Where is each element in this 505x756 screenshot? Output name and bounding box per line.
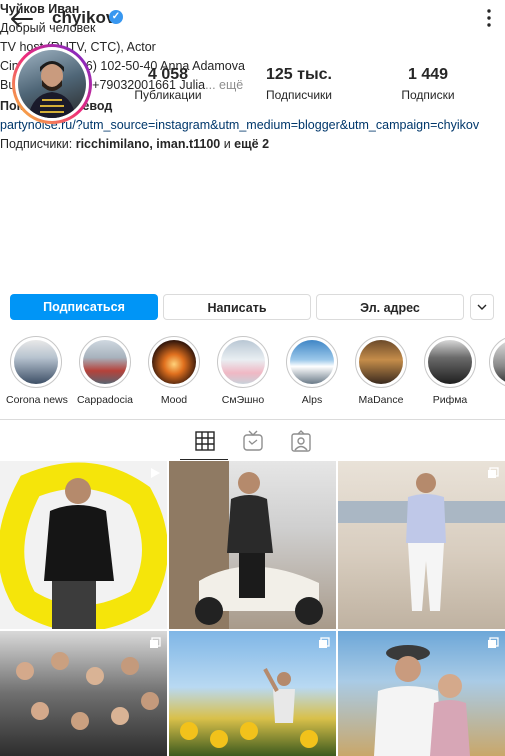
highlight-cover (14, 340, 58, 384)
followers-label: Подписчики (265, 88, 332, 102)
album-icon (488, 637, 499, 648)
highlight-cappadocia[interactable]: Cappadocia (75, 336, 135, 406)
following-label: Подписки (401, 88, 455, 102)
highlight-cover (152, 340, 196, 384)
back-arrow-icon[interactable] (8, 6, 36, 32)
highlight-label: Cappadocia (76, 394, 134, 406)
highlight-cover (83, 340, 127, 384)
tagged-icon[interactable] (290, 430, 312, 452)
highlight-label: СмЭшно (221, 394, 265, 406)
igtv-icon[interactable] (242, 430, 264, 452)
highlight-cover (428, 340, 472, 384)
highlight-label: Mood (160, 394, 188, 406)
email-button[interactable]: Эл. адрес (316, 294, 464, 320)
top-bar: chyikov ✓ (0, 0, 505, 38)
highlight-alps[interactable]: Alps (282, 336, 342, 406)
active-tab-indicator (180, 459, 228, 460)
posts-label: Публикации (134, 88, 202, 102)
highlight-rifma[interactable]: Рифма (420, 336, 480, 406)
posts-count: 4 058 (147, 66, 189, 83)
grid-icon[interactable] (194, 430, 216, 452)
post-tile[interactable] (338, 461, 505, 629)
following-count: 1 449 (407, 66, 449, 83)
post-tile[interactable] (0, 461, 167, 629)
highlight-label: MaDance (358, 394, 404, 406)
more-options-icon[interactable] (484, 8, 494, 28)
message-button[interactable]: Написать (163, 294, 311, 320)
stat-posts[interactable]: 4 058 Публикации (113, 66, 223, 102)
followers-count: 125 тыс. (266, 66, 332, 83)
suggested-dropdown-button[interactable] (470, 294, 494, 320)
highlight-madance[interactable]: MaDance (351, 336, 411, 406)
profile-avatar[interactable] (12, 44, 92, 124)
username-title: chyikov (52, 8, 116, 27)
mutual-prefix: Подписчики: (0, 137, 76, 151)
bio-website-link[interactable]: partynoise.ru/?utm_source=instagram&utm_… (0, 116, 480, 135)
video-play-icon (151, 468, 160, 478)
album-icon (319, 637, 330, 648)
avatar-photo (18, 50, 86, 118)
album-icon (488, 467, 499, 478)
post-tile[interactable] (0, 631, 167, 756)
post-tile[interactable] (338, 631, 505, 756)
mutual-and: и (220, 137, 235, 151)
highlight-cover (221, 340, 265, 384)
highlight-mood[interactable]: Mood (144, 336, 204, 406)
highlight-label: Corona news (6, 394, 68, 406)
highlight-corona-news[interactable]: Corona news (6, 336, 68, 406)
mutual-names: ricchimilano, iman.t1100 (75, 137, 221, 151)
follow-button[interactable]: Подписаться (10, 294, 158, 320)
highlight-partial[interactable] (489, 336, 505, 394)
stat-following[interactable]: 1 449 Подписки (373, 66, 483, 102)
highlight-cover (359, 340, 403, 384)
mutual-followers[interactable]: Подписчики: ricchimilano, iman.t1100 и е… (0, 135, 480, 154)
post-tile[interactable] (169, 461, 336, 629)
highlight-cover (290, 340, 334, 384)
album-icon (150, 637, 161, 648)
highlight-smeshno[interactable]: СмЭшно (213, 336, 273, 406)
chevron-down-icon (477, 304, 487, 310)
post-tile[interactable] (169, 631, 336, 756)
highlight-cover (493, 340, 505, 384)
highlight-label: Alps (301, 394, 323, 406)
highlight-label: Рифма (432, 394, 468, 406)
mutual-more: ещё 2 (234, 137, 270, 151)
stat-followers[interactable]: 125 тыс. Подписчики (244, 66, 354, 102)
verified-badge-icon: ✓ (109, 10, 123, 24)
tabs-divider (0, 419, 505, 420)
